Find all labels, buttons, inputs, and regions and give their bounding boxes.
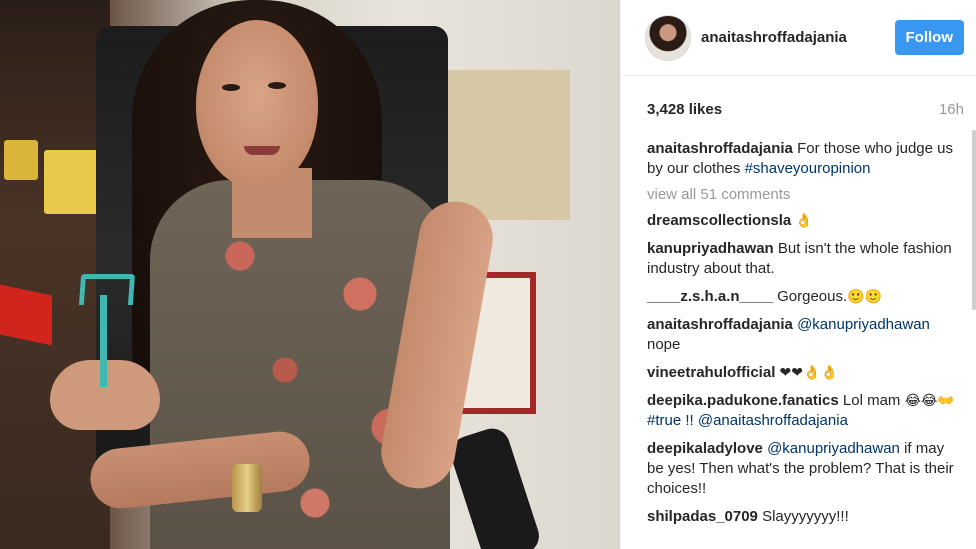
comment-text: nope	[647, 336, 681, 353]
comment-username[interactable]: deepikaladylove	[647, 440, 763, 457]
mention-link[interactable]: @kanupriyadhawan	[767, 440, 900, 457]
comment-username[interactable]: kanupriyadhawan	[647, 240, 774, 257]
razor-handle	[100, 295, 107, 387]
comment-item: kanupriyadhawan But isn't the whole fash…	[647, 239, 962, 279]
post-header: anaitashroffadajania Follow	[621, 0, 976, 76]
comment-item: shilpadas_0709 Slayyyyyyy!!!	[647, 507, 962, 527]
comment-text: Slayyyyyyy!!!	[762, 508, 849, 525]
avatar[interactable]	[645, 14, 691, 61]
bangle	[232, 464, 262, 512]
comment-item: dreamscollectionsla 👌	[647, 211, 962, 231]
mouth	[244, 146, 280, 155]
comment-item: vineetrahulofficial ❤❤👌👌	[647, 363, 962, 383]
comment-username[interactable]: anaitashroffadajania	[647, 316, 793, 333]
post-side-panel: anaitashroffadajania Follow 3,428 likes …	[620, 0, 976, 549]
hashtag-mention-link[interactable]: #true !! @anaitashroffadajania	[647, 412, 848, 429]
comment-username[interactable]: dreamscollectionsla	[647, 212, 791, 229]
post-viewer: anaitashroffadajania Follow 3,428 likes …	[0, 0, 976, 549]
comment-username[interactable]: deepika.padukone.fanatics	[647, 392, 839, 409]
comment-scrollbar[interactable]	[972, 130, 976, 310]
eye	[268, 82, 286, 89]
view-all-comments-link[interactable]: view all 51 comments	[647, 185, 962, 205]
shelf-object	[44, 150, 100, 214]
author-username[interactable]: anaitashroffadajania	[701, 29, 895, 46]
comment-username[interactable]: vineetrahulofficial	[647, 364, 775, 381]
comment-item: deepika.padukone.fanatics Lol mam 😂😂👐 #tr…	[647, 391, 962, 431]
face	[196, 20, 318, 188]
comment-emoji: 🙂🙂	[847, 289, 883, 305]
chair-arm	[446, 423, 544, 549]
comment-text: Lol mam	[842, 392, 901, 409]
post-timestamp[interactable]: 16h	[939, 101, 964, 118]
comment-emoji: ❤❤👌👌	[779, 365, 838, 381]
comment-text: Gorgeous.	[777, 288, 848, 305]
mention-link[interactable]: @kanupriyadhawan	[797, 316, 930, 333]
comment-item: deepikaladylove @kanupriyadhawan if may …	[647, 439, 962, 499]
eye	[222, 84, 240, 91]
comment-emoji: 😂😂👐	[904, 393, 955, 409]
background-window	[440, 70, 570, 220]
comment-list: anaitashroffadajania For those who judge…	[621, 120, 976, 527]
comment-username[interactable]: shilpadas_0709	[647, 508, 758, 525]
shelf-object	[4, 140, 38, 180]
comment-username[interactable]: anaitashroffadajania	[647, 140, 793, 157]
follow-button[interactable]: Follow	[894, 20, 964, 55]
post-photo[interactable]	[0, 0, 620, 549]
like-count[interactable]: 3,428 likes	[647, 101, 722, 118]
hashtag-link[interactable]: #shaveyouropinion	[745, 160, 871, 177]
comment-username[interactable]: ____z.s.h.a.n____	[647, 288, 773, 305]
post-caption: anaitashroffadajania For those who judge…	[647, 139, 962, 179]
post-stats: 3,428 likes 16h	[621, 76, 976, 120]
comment-emoji: 👌	[795, 213, 813, 229]
razor-head	[78, 274, 136, 305]
comment-item: ____z.s.h.a.n____ Gorgeous.🙂🙂	[647, 287, 962, 307]
comment-item: anaitashroffadajania @kanupriyadhawan no…	[647, 315, 962, 355]
